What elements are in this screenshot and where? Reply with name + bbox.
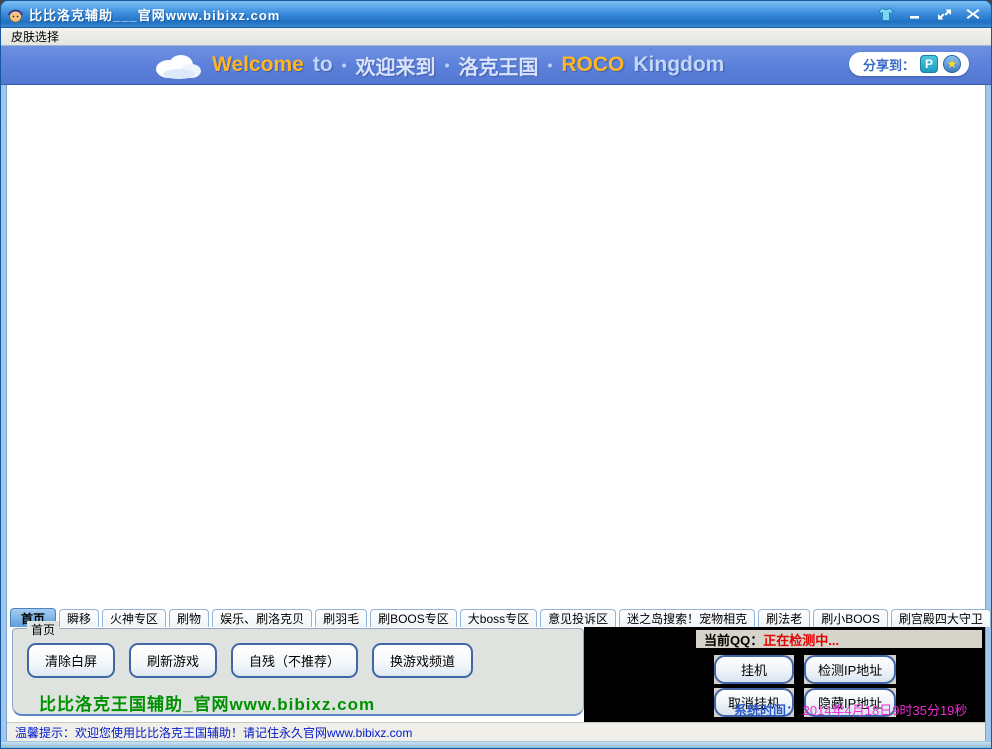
- game-content-area: [7, 85, 985, 608]
- home-groupbox: 首页 清除白屏 刷新游戏 自残（不推荐） 换游戏频道 比比洛克王国辅助_官网ww…: [12, 628, 584, 716]
- current-qq-label: 当前QQ：: [704, 630, 763, 649]
- tab-feedback-zone[interactable]: 意见投诉区: [540, 609, 616, 627]
- clear-white-screen-button[interactable]: 清除白屏: [27, 643, 115, 678]
- close-icon: [966, 8, 980, 20]
- status-tip-text: 温馨提示：欢迎您使用比比洛克王国辅助！请记住永久官网www.bibixz.com: [15, 724, 412, 741]
- change-channel-button[interactable]: 换游戏频道: [372, 643, 473, 678]
- close-button[interactable]: [961, 5, 985, 23]
- menu-item-skin-select[interactable]: 皮肤选择: [9, 28, 61, 45]
- share-label: 分享到：: [863, 55, 915, 74]
- banner-kingdom: Kingdom: [633, 53, 724, 77]
- window-title: 比比洛克辅助___官网www.bibixz.com: [29, 5, 869, 24]
- app-window: 比比洛克辅助___官网www.bibixz.com 皮肤选择: [0, 0, 992, 749]
- home-buttons: 清除白屏 刷新游戏 自残（不推荐） 换游戏频道: [27, 643, 583, 678]
- tab-palace-guards[interactable]: 刷宫殿四大守卫: [891, 609, 991, 627]
- tab-fun-farm-coins[interactable]: 娱乐、刷洛克贝: [212, 609, 312, 627]
- tab-farm-pharaoh[interactable]: 刷法老: [758, 609, 810, 627]
- current-qq-status: 正在检测中...: [763, 630, 839, 649]
- banner-cn-welcome: 欢迎来到: [356, 51, 436, 80]
- system-time-value: 2014年4月18日9时35分19秒: [803, 703, 968, 718]
- current-qq-strip: 当前QQ： 正在检测中...: [696, 630, 982, 648]
- qzone-icon[interactable]: ★: [943, 55, 961, 73]
- self-harm-button[interactable]: 自残（不推荐）: [231, 643, 358, 678]
- tab-mystery-island-search[interactable]: 迷之岛搜索！宠物相克: [619, 609, 755, 627]
- tab-farm-items[interactable]: 刷物: [169, 609, 209, 627]
- shirt-icon: [878, 7, 894, 22]
- cloud-icon: [151, 50, 203, 80]
- banner-welcome: Welcome: [212, 53, 304, 77]
- tab-farm-small-boss[interactable]: 刷小BOOS: [813, 609, 888, 627]
- tab-big-boss-zone[interactable]: 大boss专区: [460, 609, 537, 627]
- window-bottom-border: [1, 741, 991, 749]
- minimize-button[interactable]: [903, 5, 927, 23]
- banner-cn-kingdom: 洛克王国: [458, 51, 538, 80]
- banner-to: to: [313, 53, 333, 77]
- hang-up-button[interactable]: 挂机: [714, 655, 794, 684]
- menubar: 皮肤选择: [1, 28, 991, 46]
- skin-button[interactable]: [874, 5, 898, 23]
- titlebar: 比比洛克辅助___官网www.bibixz.com: [1, 1, 991, 28]
- right-panel: 当前QQ： 正在检测中... 挂机 检测IP地址 取消挂机 隐藏IP地址 系统时…: [584, 627, 985, 722]
- tabbar: 首页 瞬移 火神专区 刷物 娱乐、刷洛克贝 刷羽毛 刷BOOS专区 大boss专…: [7, 608, 985, 627]
- home-groupbox-title: 首页: [27, 621, 59, 638]
- tab-fire-god-zone[interactable]: 火神专区: [102, 609, 166, 627]
- system-time-row: 系统时间： 2014年4月18日9时35分19秒: [734, 700, 967, 719]
- minimize-icon: [908, 8, 922, 20]
- pengyou-icon[interactable]: P: [920, 55, 938, 73]
- banner-bullet-3: •: [547, 57, 552, 73]
- system-time-label: 系统时间：: [734, 703, 799, 718]
- refresh-game-button[interactable]: 刷新游戏: [129, 643, 217, 678]
- banner-bullet-1: •: [342, 57, 347, 73]
- share-pill: 分享到： P ★: [849, 52, 969, 76]
- tab-farm-feathers[interactable]: 刷羽毛: [315, 609, 367, 627]
- detect-ip-button[interactable]: 检测IP地址: [804, 655, 896, 684]
- tab-teleport[interactable]: 瞬移: [59, 609, 99, 627]
- maximize-icon: [937, 8, 952, 21]
- banner-text: Welcome to • 欢迎来到 • 洛克王国 • ROCO Kingdom: [151, 50, 724, 80]
- tab-boss-zone[interactable]: 刷BOOS专区: [370, 609, 457, 627]
- bottom-section: 首页 清除白屏 刷新游戏 自残（不推荐） 换游戏频道 比比洛克王国辅助_官网ww…: [7, 627, 985, 722]
- banner: Welcome to • 欢迎来到 • 洛克王国 • ROCO Kingdom …: [1, 46, 991, 85]
- banner-roco: ROCO: [561, 53, 624, 77]
- statusbar: 温馨提示：欢迎您使用比比洛克王国辅助！请记住永久官网www.bibixz.com: [7, 722, 985, 741]
- banner-bullet-2: •: [445, 57, 450, 73]
- app-icon: [7, 6, 24, 23]
- promo-text: 比比洛克王国辅助_官网www.bibixz.com: [39, 690, 583, 715]
- maximize-button[interactable]: [932, 5, 956, 23]
